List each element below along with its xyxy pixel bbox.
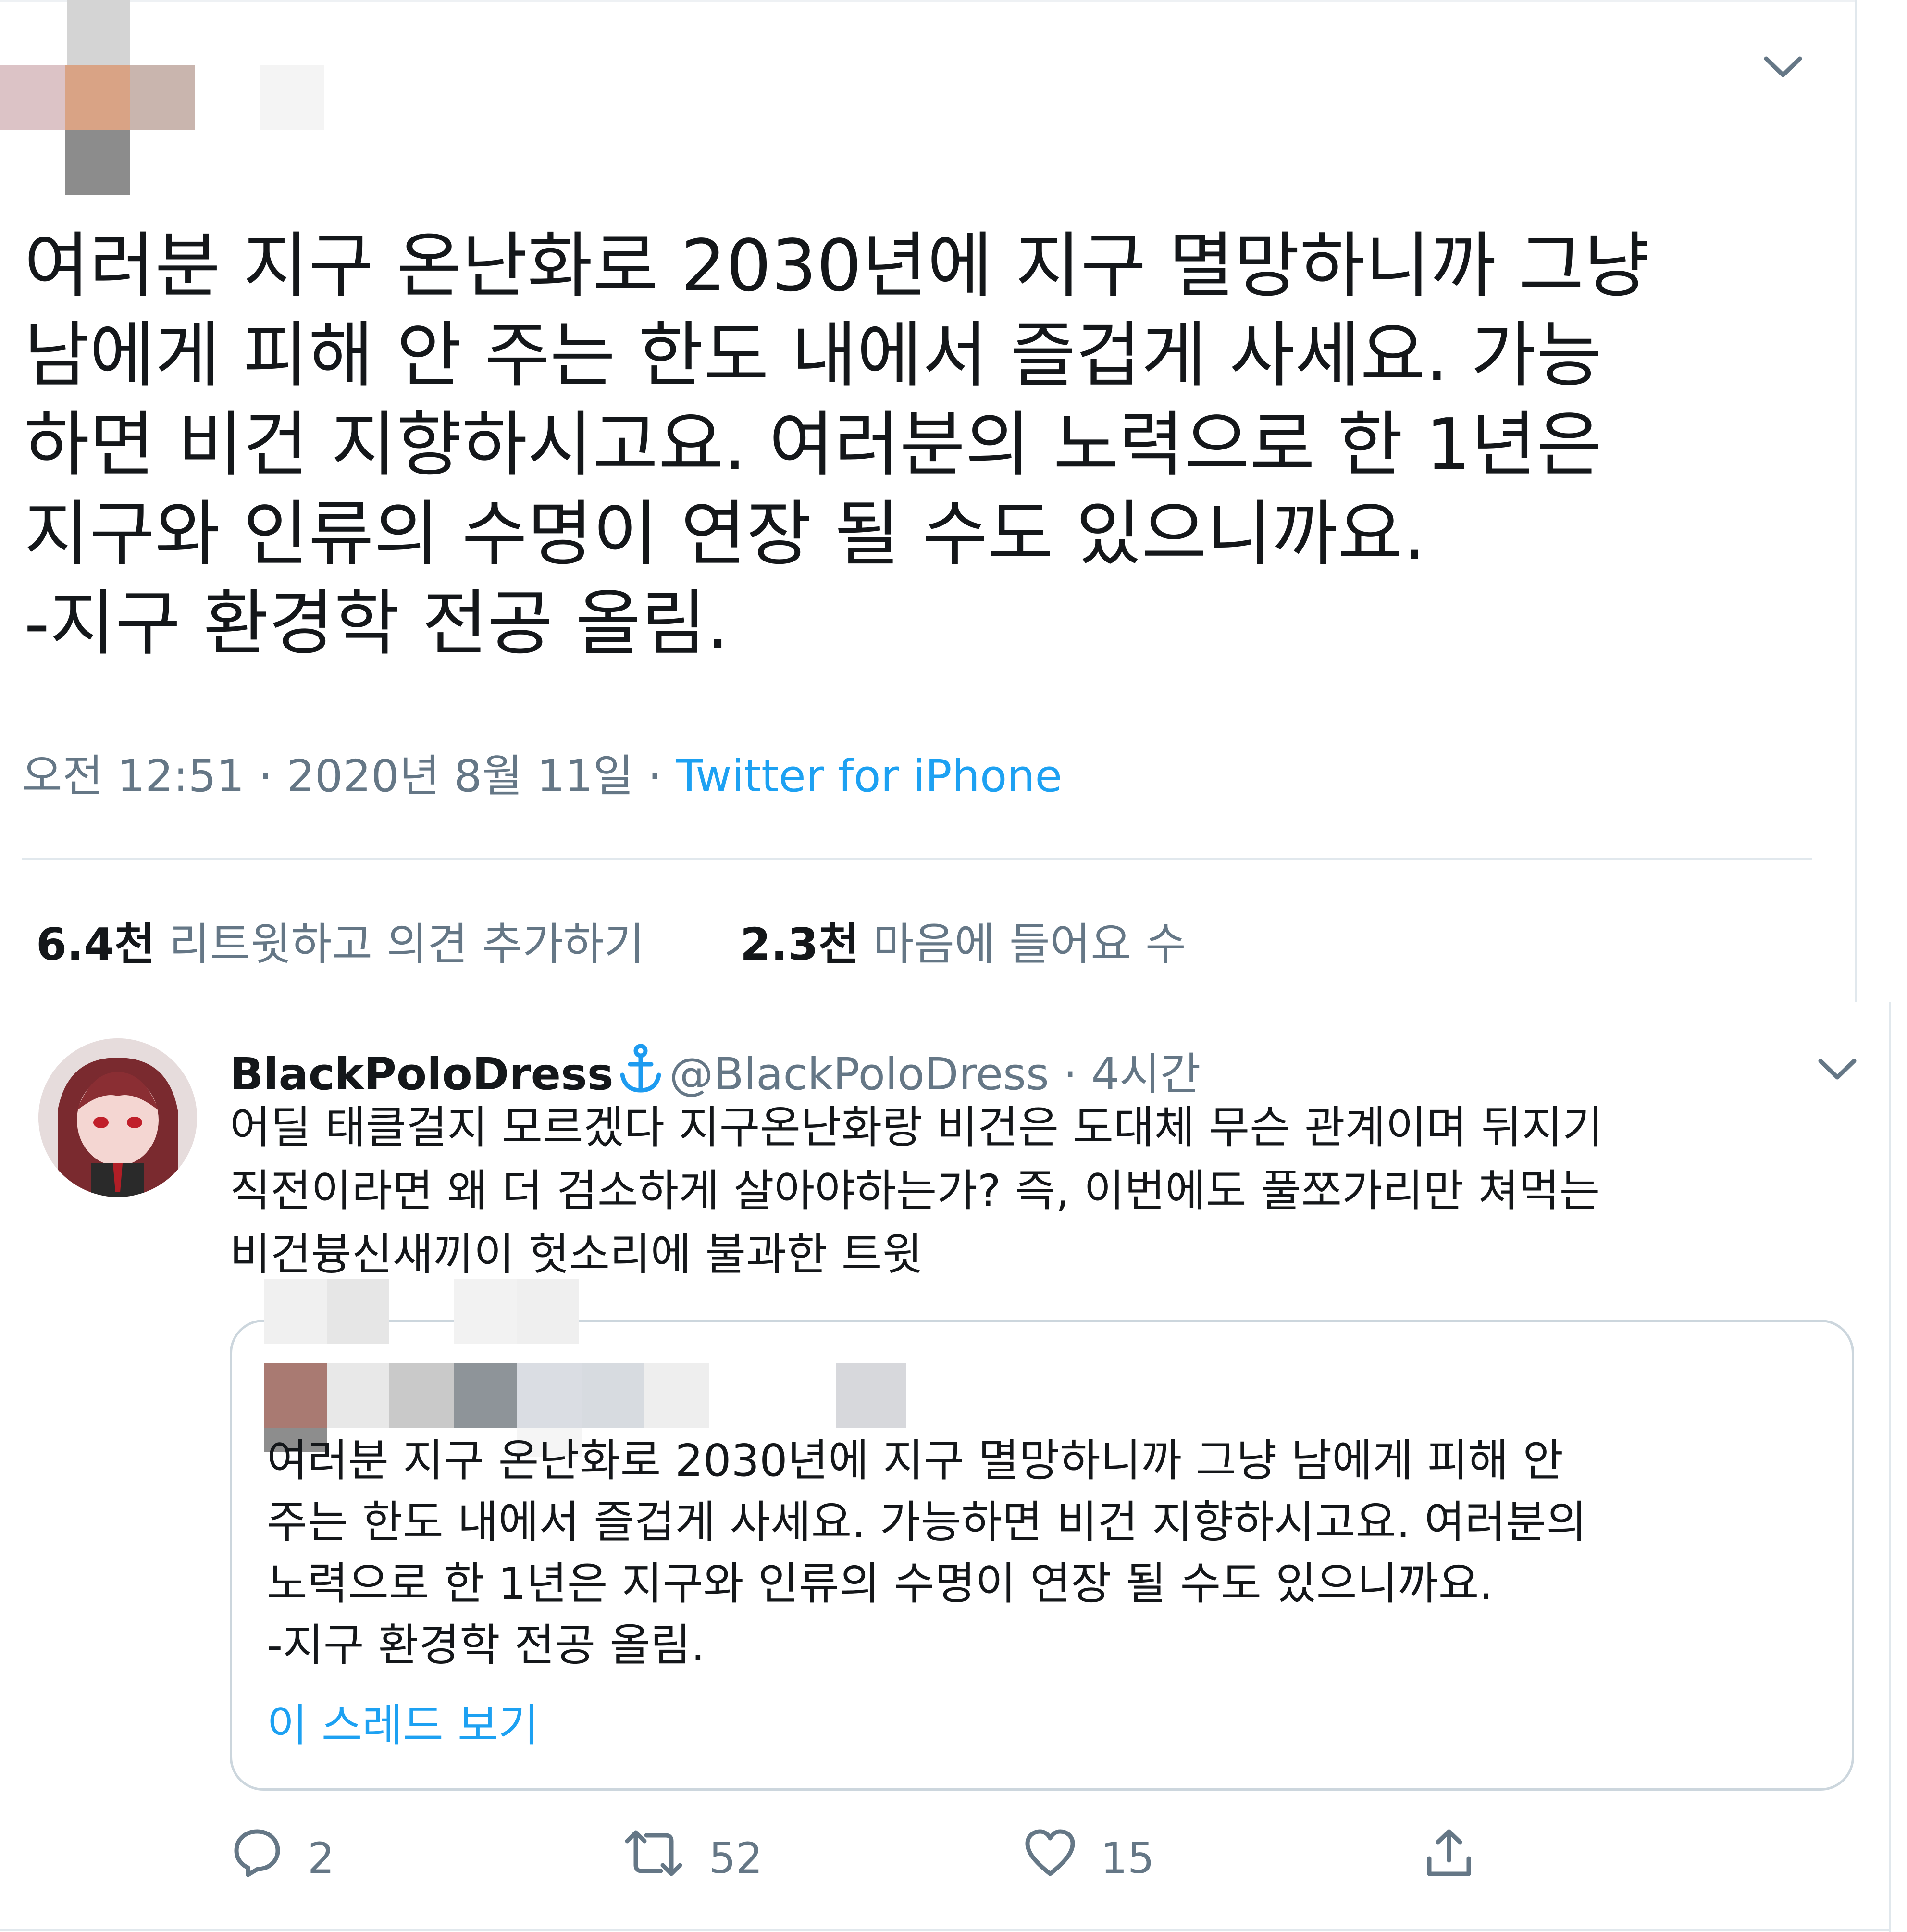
quoted-text-line: 주는 한도 내에서 즐겁게 사세요. 가능하면 비건 지향하시고요. 여러분의: [267, 1496, 1587, 1548]
tweet-timestamp[interactable]: 오전 12:51 · 2020년 8월 11일 ·: [22, 750, 676, 802]
avatar[interactable]: [38, 1038, 197, 1197]
tweet-text-line: 하면 비건 지향하시고요. 여러분의 노력으로 한 1년은: [24, 403, 1602, 486]
reply-text-line: 어딜 태클걸지 모르겠다 지구온난화랑 비건은 도대체 무슨 관계이며 뒤지기: [230, 1102, 1603, 1153]
retweet-stat[interactable]: 6.4천 리트윗하고 의견 추가하기: [36, 919, 644, 970]
quoted-text-line: 노력으로 한 1년은 지구와 인류의 수명이 연장 될 수도 있으니까요.: [267, 1558, 1493, 1609]
quoted-tweet-text: 여러분 지구 온난화로 2030년에 지구 멸망하니까 그냥 남에게 피해 안 …: [267, 1430, 1843, 1676]
panel-edge: [1855, 0, 1857, 1002]
share-icon: [1423, 1827, 1475, 1890]
reply-text-line: 직전이라면 왜 더 검소하게 살아야하는가? 즉, 이번에도 풀쪼가리만 쳐먹는: [230, 1165, 1600, 1217]
reply-icon: [231, 1827, 284, 1890]
reply-count: 2: [308, 1833, 334, 1883]
tweet-text-line: 여러분 지구 온난화로 2030년에 지구 멸망하니까 그냥: [24, 224, 1650, 307]
like-label: 마음에 들어요 수: [873, 919, 1186, 970]
tweet-source-link[interactable]: Twitter for iPhone: [676, 750, 1062, 802]
reply-panel-right-edge: [1889, 1002, 1891, 1932]
retweet-action[interactable]: 52: [622, 1827, 763, 1890]
like-stat[interactable]: 2.3천 마음에 들어요 수: [740, 919, 1186, 970]
retweet-count: 52: [709, 1833, 763, 1883]
share-action[interactable]: [1423, 1827, 1475, 1890]
tweet-stats: 6.4천 리트윗하고 의견 추가하기 2.3천 마음에 들어요 수: [36, 909, 1186, 972]
tweet-text-line: -지구 환경학 전공 올림.: [24, 582, 730, 665]
chevron-down-icon[interactable]: [1816, 1055, 1859, 1084]
chevron-down-icon[interactable]: [1761, 53, 1805, 82]
reply-text-line: 비건븅신새끼이 헛소리에 불과한 트윗: [230, 1229, 923, 1280]
like-count: 15: [1101, 1833, 1154, 1883]
retweet-label: 리트윗하고 의견 추가하기: [169, 919, 645, 970]
tweet-text-line: 지구와 인류의 수명이 연장 될 수도 있으니까요.: [24, 493, 1426, 575]
quoted-text-line: -지구 환경학 전공 올림.: [267, 1620, 705, 1671]
tweet-text-line: 남에게 피해 안 주는 한도 내에서 즐겁게 사세요. 가능: [24, 314, 1602, 397]
handle-and-time[interactable]: @BlackPoloDress · 4시간: [669, 1048, 1201, 1100]
heart-icon: [1024, 1827, 1077, 1890]
reply-action[interactable]: 2: [231, 1827, 334, 1890]
quoted-text-line: 여러분 지구 온난화로 2030년에 지구 멸망하니까 그냥 남에게 피해 안: [267, 1435, 1563, 1486]
like-count: 2.3천: [740, 919, 859, 970]
tweet-text: 여러분 지구 온난화로 2030년에 지구 멸망하니까 그냥 남에게 피해 안 …: [24, 221, 1802, 668]
divider: [22, 858, 1812, 860]
panel-top-edge: [0, 0, 1855, 2]
retweet-count: 6.4천: [36, 919, 155, 970]
retweet-icon: [622, 1827, 685, 1890]
like-action[interactable]: 15: [1024, 1827, 1154, 1890]
tweet-metadata: 오전 12:51 · 2020년 8월 11일 · Twitter for iP…: [22, 740, 1062, 804]
show-thread-link[interactable]: 이 스레드 보기: [267, 1690, 539, 1754]
reply-panel-bottom-edge: [0, 1929, 1891, 1931]
display-name[interactable]: BlackPoloDress: [230, 1048, 614, 1100]
reply-text: 어딜 태클걸지 모르겠다 지구온난화랑 비건은 도대체 무슨 관계이며 뒤지기 …: [230, 1096, 1864, 1286]
